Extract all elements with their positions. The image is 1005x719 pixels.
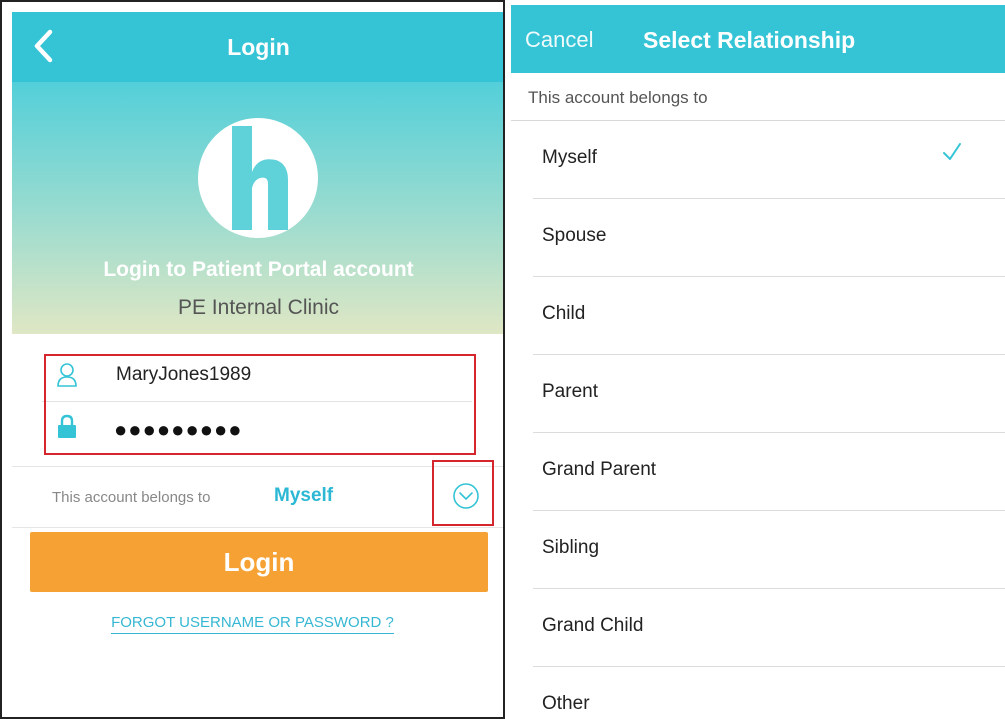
option-label: Child	[542, 303, 586, 324]
relationship-value[interactable]: Myself	[274, 485, 333, 507]
clinic-logo-icon	[198, 118, 318, 238]
hero-banner: Login to Patient Portal account PE Inter…	[12, 82, 503, 334]
chevron-down-circle-icon[interactable]	[452, 482, 480, 510]
option-label: Grand Child	[542, 615, 644, 636]
option-label: Grand Parent	[542, 459, 657, 480]
password-field[interactable]: ●●●●●●●●●	[42, 403, 472, 453]
login-screen: Login Login to Patient Portal account PE…	[0, 0, 505, 719]
relationship-label: This account belongs to	[52, 489, 211, 506]
navigation-bar: Login	[12, 12, 503, 82]
option-label: Spouse	[542, 225, 607, 246]
option-other[interactable]: Other	[511, 667, 1005, 719]
clinic-name: PE Internal Clinic	[177, 296, 340, 319]
username-input[interactable]: MaryJones1989	[116, 364, 251, 386]
relationship-selector[interactable]: This account belongs to Myself	[12, 467, 503, 527]
option-label: Myself	[542, 147, 597, 168]
option-parent[interactable]: Parent	[511, 355, 1005, 433]
username-field[interactable]: MaryJones1989	[42, 352, 472, 402]
forgot-credentials-label[interactable]: FORGOT USERNAME OR PASSWORD ?	[111, 614, 394, 634]
forgot-credentials-link[interactable]: FORGOT USERNAME OR PASSWORD ?	[2, 614, 503, 634]
option-spouse[interactable]: Spouse	[511, 199, 1005, 277]
option-label: Sibling	[542, 537, 600, 558]
password-input[interactable]: ●●●●●●●●●	[114, 417, 243, 443]
relationship-options-list: Myself Spouse Child Parent Grand Parent …	[511, 121, 1005, 719]
user-icon	[57, 363, 77, 387]
option-label: Parent	[542, 381, 598, 402]
cancel-button[interactable]: Cancel	[525, 27, 593, 53]
option-grand-parent[interactable]: Grand Parent	[511, 433, 1005, 511]
option-grand-child[interactable]: Grand Child	[511, 589, 1005, 667]
section-caption: This account belongs to	[528, 88, 708, 107]
option-label: Other	[542, 693, 590, 714]
login-button[interactable]: Login	[30, 532, 488, 592]
divider	[12, 527, 503, 528]
option-myself[interactable]: Myself	[511, 121, 1005, 199]
option-child[interactable]: Child	[511, 277, 1005, 355]
lock-icon	[58, 414, 76, 438]
relationship-screen: Cancel Select Relationship This account …	[511, 0, 1005, 719]
option-sibling[interactable]: Sibling	[511, 511, 1005, 589]
navigation-bar: Cancel Select Relationship	[511, 5, 1005, 73]
hero-title: Login to Patient Portal account	[103, 258, 414, 281]
checkmark-icon	[943, 143, 961, 160]
page-title: Login	[227, 34, 290, 60]
page-title: Select Relationship	[643, 27, 856, 53]
